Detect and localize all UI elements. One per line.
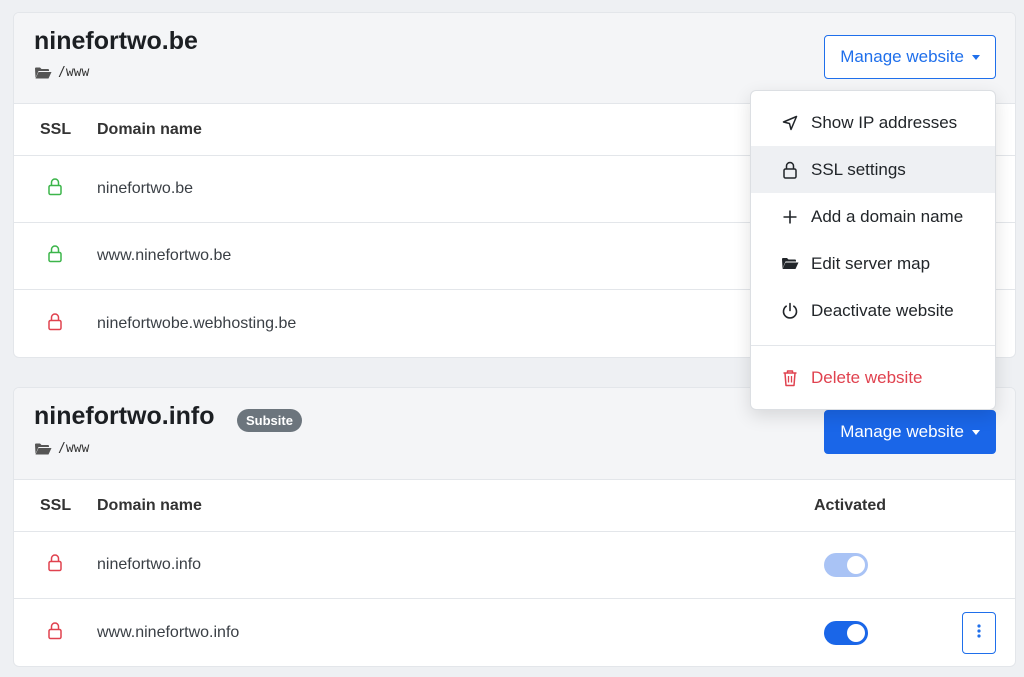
column-header-ssl: SSL <box>40 496 72 514</box>
lock-icon <box>781 161 799 179</box>
trash-icon <box>781 369 799 387</box>
menu-item-ssl-settings[interactable]: SSL settings <box>751 146 995 193</box>
power-icon <box>781 302 799 320</box>
folder-open-icon <box>781 255 799 273</box>
column-header-ssl: SSL <box>40 120 72 138</box>
menu-item-label: SSL settings <box>811 159 906 179</box>
manage-website-dropdown: Show IP addresses SSL settings Add a dom… <box>750 90 996 410</box>
server-path: /www <box>34 441 89 456</box>
domain-name: www.ninefortwo.info <box>97 623 240 641</box>
lock-icon <box>47 312 63 335</box>
manage-website-button[interactable]: Manage website <box>824 35 996 79</box>
server-path-text: /www <box>58 65 90 80</box>
lock-icon <box>47 245 63 268</box>
manage-website-button[interactable]: Manage website <box>824 410 996 454</box>
website-title: ninefortwo.be <box>34 27 198 55</box>
lock-icon <box>47 178 63 201</box>
domain-name: www.ninefortwo.be <box>97 247 232 264</box>
server-path-text: /www <box>58 441 90 456</box>
column-header-domain: Domain name <box>97 496 202 514</box>
lock-icon <box>47 554 63 577</box>
menu-item-deactivate-website[interactable]: Deactivate website <box>751 287 995 334</box>
kebab-menu-icon <box>977 624 981 641</box>
toggle-knob <box>847 623 865 642</box>
domain-name: ninefortwo.be <box>97 180 194 197</box>
location-arrow-icon <box>781 114 799 132</box>
menu-item-label: Deactivate website <box>811 300 954 320</box>
menu-item-delete-website[interactable]: Delete website <box>751 354 995 401</box>
column-header-activated: Activated <box>814 496 887 514</box>
activated-toggle[interactable] <box>824 620 868 645</box>
plus-icon <box>781 208 799 226</box>
column-header-domain: Domain name <box>97 120 202 138</box>
folder-open-icon <box>34 442 52 456</box>
folder-open-icon <box>34 66 52 80</box>
domain-name: ninefortwo.info <box>97 556 202 573</box>
activated-toggle[interactable] <box>824 553 868 577</box>
toggle-knob <box>847 556 865 574</box>
menu-divider <box>751 345 995 346</box>
subsite-badge: Subsite <box>237 409 302 432</box>
table-row: www.ninefortwo.info <box>14 599 1015 666</box>
website-title: ninefortwo.info <box>34 402 215 430</box>
row-actions-button[interactable] <box>962 611 996 654</box>
manage-website-label: Manage website <box>840 422 964 441</box>
caret-down-icon <box>972 54 980 60</box>
menu-item-edit-server-map[interactable]: Edit server map <box>751 240 995 287</box>
menu-item-label: Add a domain name <box>811 206 964 226</box>
menu-item-add-domain-name[interactable]: Add a domain name <box>751 193 995 240</box>
lock-icon <box>47 621 63 644</box>
server-path: /www <box>34 65 89 80</box>
caret-down-icon <box>972 429 980 435</box>
website-card-2: ninefortwo.info Subsite /www Manage webs… <box>13 387 1016 667</box>
menu-item-show-ip-addresses[interactable]: Show IP addresses <box>751 99 995 146</box>
domain-name: ninefortwobe.webhosting.be <box>97 314 297 332</box>
menu-item-label: Edit server map <box>811 253 931 273</box>
menu-item-label: Show IP addresses <box>811 112 958 132</box>
table-header-row: SSL Domain name Activated <box>14 480 1015 532</box>
table-row: ninefortwo.info <box>14 532 1015 599</box>
manage-website-label: Manage website <box>840 47 964 66</box>
menu-item-label: Delete website <box>811 367 923 387</box>
